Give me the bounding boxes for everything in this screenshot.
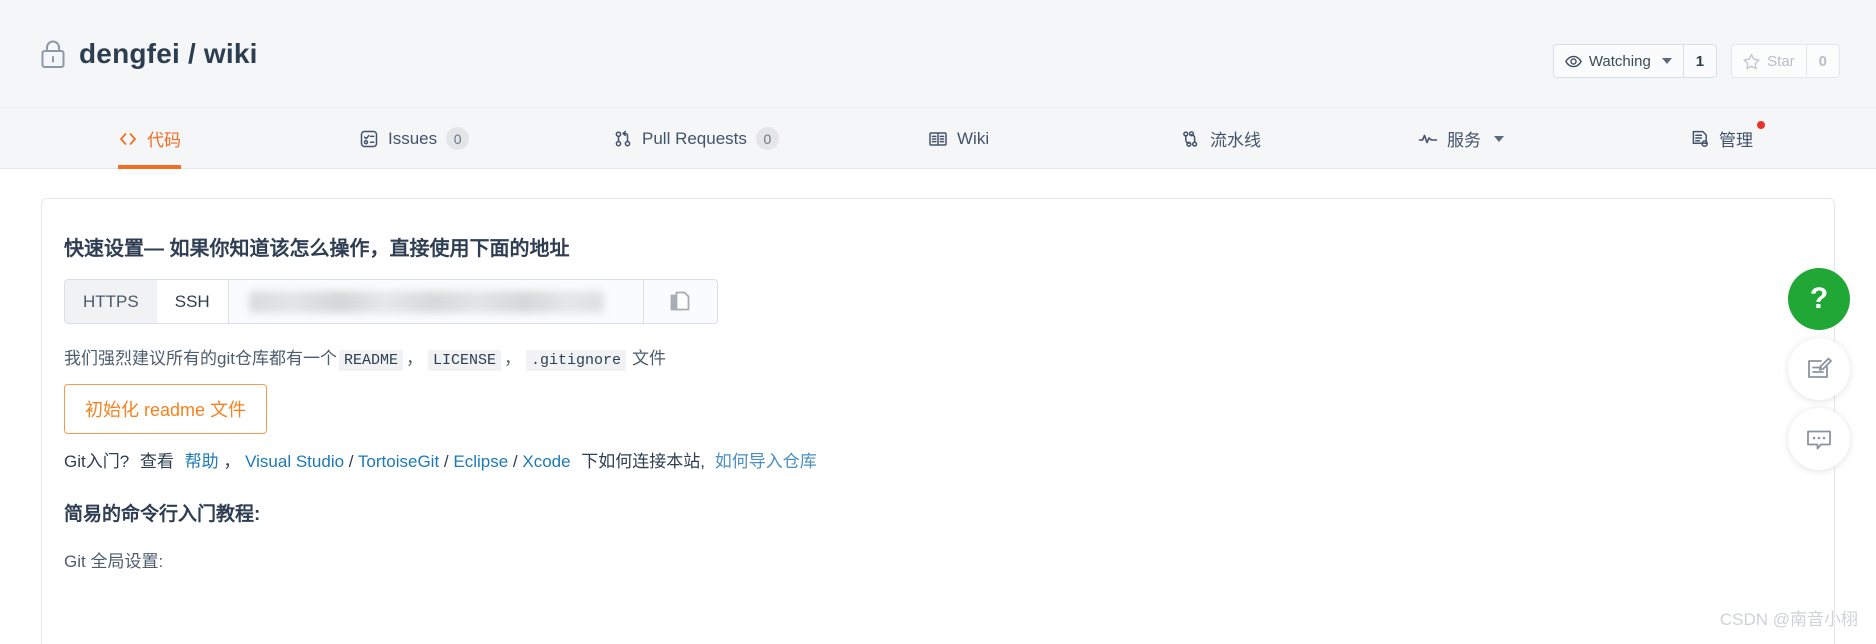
git-intro-middle: 下如何连接本站, [581,452,706,471]
question-mark-icon: ? [1809,282,1829,315]
advice-separator: ， [405,349,423,368]
import-repo-link[interactable]: 如何导入仓库 [715,452,817,471]
tab-pull-requests[interactable]: Pull Requests 0 [613,108,779,169]
active-tab-underline [118,165,181,169]
watermark: CSDN @南音小栩 [1719,610,1858,629]
repo-files-advice: 我们强烈建议所有的git仓库都有一个 README ， LICENSE ， .g… [64,344,666,371]
star-button[interactable]: Star [1731,44,1806,78]
repository-page: dengfei / wiki Watching 1 Star 0 代码 Issu… [0,0,1876,644]
git-intro-line: Git入门? 查看 帮助 ， Visual Studio / TortoiseG… [64,447,817,472]
copy-url-button[interactable] [643,279,718,324]
pull-requests-count-badge: 0 [755,127,779,150]
ide-separator: / [348,452,358,471]
issues-icon [359,129,379,149]
lock-icon [40,39,66,69]
readme-chip: README [338,350,403,371]
git-intro-lead: Git入门? [64,452,130,471]
activity-icon [1418,129,1438,149]
tab-label: 代码 [147,131,181,150]
pipeline-icon [1181,129,1201,149]
page-title: dengfei / wiki [79,38,258,69]
tab-issues[interactable]: Issues 0 [359,108,470,169]
chevron-down-icon [1494,135,1504,142]
star-icon [1743,53,1760,70]
star-label: Star [1767,52,1795,70]
tutorial-global-config-label: Git 全局设置: [64,552,164,571]
issues-count-badge: 0 [446,127,470,150]
advice-separator: ， [504,349,521,368]
protocol-toggle-group[interactable]: HTTPS SSH [64,279,229,324]
license-chip: LICENSE [427,350,501,371]
tab-pipeline[interactable]: 流水线 [1181,108,1261,169]
clone-url-redacted-value [248,291,604,313]
eclipse-link[interactable]: Eclipse [453,452,508,471]
xcode-link[interactable]: Xcode [522,452,570,471]
ide-separator: / [512,452,523,471]
settings-doc-icon [1690,129,1710,149]
advice-suffix: 文件 [632,349,667,368]
clone-url-input[interactable] [228,279,644,324]
chat-fab[interactable] [1788,408,1850,470]
protocol-https-tab[interactable]: HTTPS [65,280,157,323]
tab-label: Wiki [957,128,990,148]
watch-label: Watching [1588,52,1651,70]
tab-code[interactable]: 代码 [118,108,181,169]
floating-action-rail: ? [1788,268,1850,478]
feedback-fab[interactable] [1788,338,1850,400]
repo-title-wrap: dengfei / wiki [40,38,258,70]
tab-label: Issues [388,128,438,148]
visual-studio-link[interactable]: Visual Studio [245,452,344,471]
tab-services[interactable]: 服务 [1418,108,1504,169]
gitignore-chip: .gitignore [526,350,627,371]
edit-note-icon [1805,355,1833,383]
help-fab[interactable]: ? [1788,268,1850,330]
tortoisegit-link[interactable]: TortoiseGit [358,452,439,471]
star-count[interactable]: 0 [1805,44,1840,78]
manage-notification-dot [1757,121,1765,129]
git-intro-view: 查看 [139,452,174,471]
tab-label: Pull Requests [642,128,747,148]
watch-button-group[interactable]: Watching 1 [1552,44,1718,78]
help-link[interactable]: 帮助 [185,452,219,471]
repo-nav-tabs: 代码 Issues 0 Pull Requests 0 Wiki 流水线 服务 … [0,108,1876,169]
book-icon [928,129,948,149]
copy-icon [669,290,691,314]
git-intro-comma: ， [223,452,241,471]
advice-prefix: 我们强烈建议所有的git仓库都有一个 [64,349,337,368]
tab-label: 流水线 [1210,131,1261,150]
quick-setup-title: 快速设置— 如果你知道该怎么操作，直接使用下面的地址 [64,238,570,260]
quick-setup-card: 快速设置— 如果你知道该怎么操作，直接使用下面的地址 HTTPS SSH 我们强… [41,198,1835,644]
code-icon [118,129,138,149]
chevron-down-icon [1661,58,1672,64]
tab-label: 管理 [1719,131,1753,150]
tutorial-title: 简易的命令行入门教程: [64,504,261,525]
tab-label: 服务 [1447,131,1481,150]
ide-separator: / [443,452,454,471]
tab-wiki[interactable]: Wiki [928,108,989,169]
clone-url-row: HTTPS SSH [64,279,718,324]
protocol-ssh-tab[interactable]: SSH [156,280,228,323]
repo-header: dengfei / wiki Watching 1 Star 0 [0,0,1876,108]
watch-count[interactable]: 1 [1682,44,1718,78]
header-actions: Watching 1 Star 0 [1552,44,1840,78]
tab-manage[interactable]: 管理 [1690,108,1765,169]
pull-request-icon [613,129,633,149]
eye-icon [1564,53,1582,70]
chat-bubble-icon [1805,425,1833,453]
init-readme-button[interactable]: 初始化 readme 文件 [64,384,268,434]
star-button-group[interactable]: Star 0 [1731,44,1840,78]
watch-button[interactable]: Watching [1552,44,1683,78]
